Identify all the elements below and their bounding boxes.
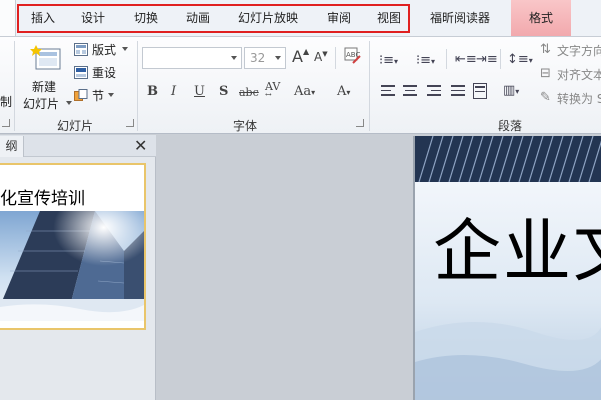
slides-outline-pane: 纲 ✕ 化宣传培训	[0, 135, 156, 400]
strikethrough-icon[interactable]: abc	[239, 86, 259, 99]
ribbon: 制 新建 幻灯片 版式 重设 节 幻灯片 32 A▲ A▼ ABC B I U …	[0, 36, 601, 134]
decrease-indent-icon[interactable]: ⇤≡	[455, 52, 477, 67]
justify-icon[interactable]	[451, 85, 465, 99]
thumbnail-title: 化宣传培训	[0, 189, 85, 209]
chevron-down-icon	[231, 56, 237, 60]
tab-outline[interactable]: 纲	[0, 136, 24, 157]
group-separator	[137, 41, 138, 131]
tab-home-partial[interactable]	[0, 0, 16, 37]
text-direction-icon[interactable]: ⇅	[540, 42, 551, 57]
shrink-font-icon[interactable]: A▼	[314, 50, 328, 64]
layout-label: 版式	[92, 43, 117, 57]
tab-foxit-reader[interactable]: 福昕阅读器	[423, 0, 497, 36]
tab-format[interactable]: 格式	[516, 0, 566, 36]
italic-icon[interactable]: I	[171, 84, 176, 99]
paragraph-group-label: 段落	[497, 119, 522, 133]
section-icon	[74, 89, 88, 101]
chevron-down-icon	[122, 47, 128, 51]
align-right-icon[interactable]	[427, 85, 441, 99]
font-group-label: 字体	[232, 119, 257, 133]
chevron-down-icon	[275, 56, 281, 60]
slide-title-text[interactable]: 企业文	[433, 196, 601, 295]
new-slide-icon	[30, 45, 61, 70]
convert-smartart-icon[interactable]: ✎	[540, 90, 551, 105]
reset-button[interactable]: 重设	[74, 64, 132, 82]
new-slide-label-line2: 幻灯片	[23, 97, 60, 111]
font-launcher-icon[interactable]	[356, 119, 364, 127]
new-slide-label-line1: 新建	[32, 80, 57, 94]
align-text-label: 对齐文本	[557, 68, 601, 82]
font-size-value: 32	[250, 51, 266, 65]
slides-launcher-icon[interactable]	[126, 119, 134, 127]
font-size-combo[interactable]: 32	[244, 47, 286, 69]
columns-icon[interactable]: ▥▾	[503, 83, 519, 98]
line-spacing-icon[interactable]: ↕≡▾	[507, 52, 533, 67]
convert-smartart-label: 转换为 S	[557, 92, 601, 106]
chevron-down-icon	[108, 93, 114, 97]
character-spacing-icon[interactable]: AV ↔	[265, 80, 280, 106]
slide-canvas[interactable]: 企业文	[413, 136, 601, 400]
clear-formatting-icon[interactable]: ABC	[344, 47, 362, 65]
group-separator	[500, 49, 501, 69]
reset-icon	[74, 66, 88, 79]
new-slide-button[interactable]: 新建 幻灯片	[20, 41, 72, 111]
highlight-annotation-box	[17, 4, 410, 33]
layout-button[interactable]: 版式	[74, 41, 132, 59]
change-case-icon[interactable]: Aa▾	[294, 84, 315, 99]
slide-thumbnail[interactable]: 化宣传培训	[0, 163, 146, 330]
close-icon[interactable]: ✕	[134, 136, 147, 155]
section-label: 节	[92, 89, 105, 103]
underline-icon[interactable]: U	[194, 84, 205, 99]
chevron-down-icon	[66, 101, 72, 105]
distributed-icon[interactable]	[473, 83, 487, 99]
pane-header: 纲 ✕	[0, 135, 156, 157]
font-name-combo[interactable]	[142, 47, 242, 69]
group-separator	[446, 49, 447, 69]
slides-group-label: 幻灯片	[56, 119, 93, 133]
clipboard-launcher-icon[interactable]	[2, 119, 10, 127]
text-shadow-icon[interactable]: S	[219, 84, 228, 99]
slide-header-building-image	[415, 136, 601, 182]
bold-icon[interactable]: B	[147, 84, 158, 99]
ribbon-tab-row: 插入 设计 切换 动画 幻灯片放映 审阅 视图 福昕阅读器 格式	[0, 0, 601, 37]
thumbnail-building-image	[0, 211, 144, 321]
align-center-icon[interactable]	[403, 85, 417, 99]
numbering-icon[interactable]: ⁝≡▾	[416, 53, 435, 68]
bullets-icon[interactable]: ⁝≡▾	[379, 53, 398, 68]
clipboard-partial-label: 制	[0, 95, 13, 109]
grow-font-icon[interactable]: A▲	[292, 47, 309, 66]
font-color-icon[interactable]: A▾	[337, 84, 350, 99]
group-separator	[369, 41, 370, 131]
increase-indent-icon[interactable]: ⇥≡	[476, 52, 498, 67]
layout-icon	[74, 43, 88, 56]
section-button[interactable]: 节	[74, 87, 132, 105]
text-direction-label: 文字方向	[557, 44, 601, 58]
reset-label: 重设	[92, 66, 117, 80]
align-left-icon[interactable]	[381, 85, 395, 99]
group-separator	[335, 47, 336, 69]
group-separator	[14, 41, 15, 131]
align-text-icon[interactable]: ⊟	[540, 66, 551, 81]
workspace-background	[157, 135, 413, 400]
